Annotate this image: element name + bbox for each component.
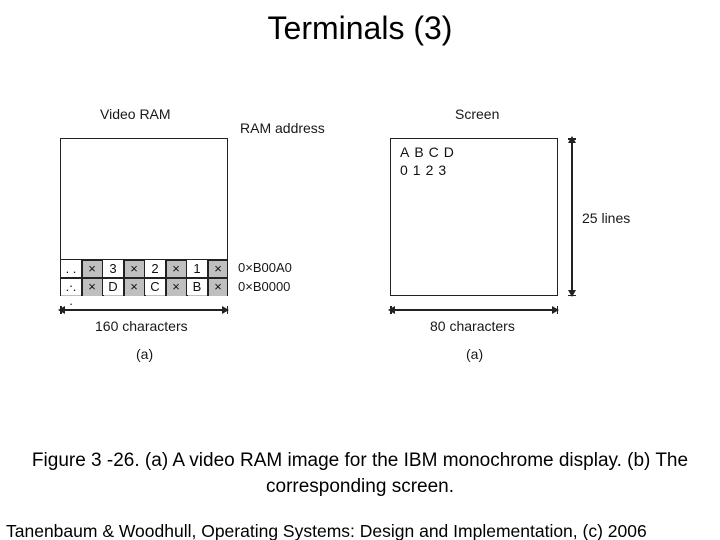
mult: × <box>124 280 144 294</box>
arrow-left-icon <box>58 306 65 314</box>
mult: × <box>166 280 186 294</box>
ellipsis-lower: . . . <box>62 280 80 308</box>
screen-line1: ABCD <box>400 144 459 160</box>
arrow-right-icon <box>552 306 559 314</box>
left-header-label: Video RAM <box>100 106 171 122</box>
width-arrow-line-left <box>64 309 224 311</box>
arrow-right-icon <box>222 306 229 314</box>
addr-upper: 0×B00A0 <box>238 260 292 275</box>
figure-caption: Figure 3 -26. (a) A video RAM image for … <box>30 448 690 499</box>
addr-lower: 0×B0000 <box>238 279 290 294</box>
attribution-text: Tanenbaum & Woodhull, Operating Systems:… <box>0 521 647 540</box>
right-height-label: 25 lines <box>582 210 630 226</box>
left-sub-label: (a) <box>136 346 153 362</box>
left-width-label: 160 characters <box>95 318 188 334</box>
mult: × <box>208 280 228 294</box>
cell-upper-2: 2 <box>145 262 165 276</box>
mult: × <box>124 262 144 276</box>
mult: × <box>82 280 102 294</box>
mult: × <box>166 262 186 276</box>
right-sub-label: (a) <box>466 346 483 362</box>
cell-lower-B: B <box>187 280 207 294</box>
right-width-label: 80 characters <box>430 318 515 334</box>
ram-address-label: RAM address <box>240 120 325 136</box>
cell-upper-3: 3 <box>103 262 123 276</box>
screen-line2: 0123 <box>400 162 451 178</box>
figure-area: Video RAM RAM address . . . × 3 × 2 × 1 … <box>60 128 680 388</box>
width-arrow-line-right <box>394 309 554 311</box>
mult: × <box>208 262 228 276</box>
height-arrow-line <box>571 142 573 292</box>
mult: × <box>82 262 102 276</box>
slide-title: Terminals (3) <box>0 0 720 47</box>
cell-upper-1: 1 <box>187 262 207 276</box>
cell-lower-C: C <box>145 280 165 294</box>
arrow-left-icon <box>388 306 395 314</box>
right-header-label: Screen <box>455 106 499 122</box>
arrow-up-icon <box>568 136 576 143</box>
arrow-down-icon <box>568 290 576 297</box>
cell-lower-D: D <box>103 280 123 294</box>
